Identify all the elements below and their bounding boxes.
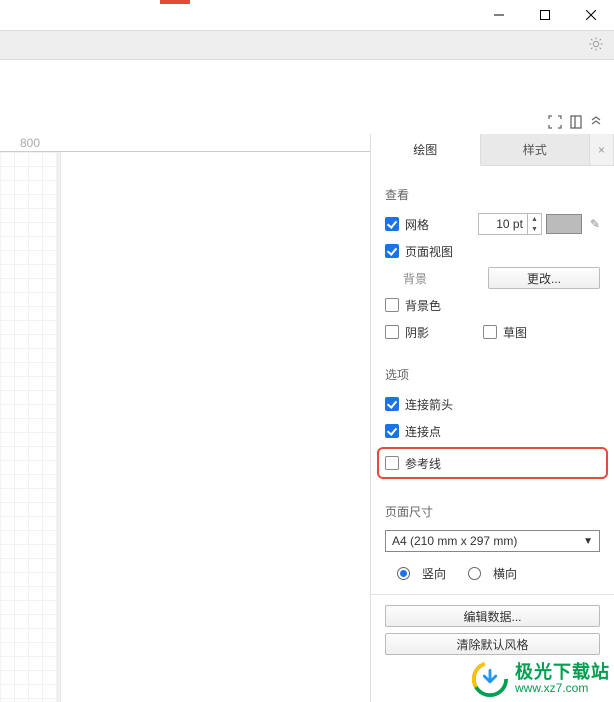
checkbox-pageview[interactable] bbox=[385, 244, 399, 258]
label-pageview: 页面视图 bbox=[405, 243, 453, 260]
top-toolbar bbox=[0, 30, 614, 60]
ruler-tick-label: 800 bbox=[20, 136, 40, 150]
panel-iconbar bbox=[0, 108, 614, 134]
checkbox-grid[interactable] bbox=[385, 217, 399, 231]
label-sketch: 草图 bbox=[503, 324, 527, 341]
section-view-title: 查看 bbox=[385, 186, 600, 203]
grid-color-swatch[interactable] bbox=[546, 214, 582, 234]
active-tab-indicator bbox=[160, 0, 190, 4]
canvas-area: 800 bbox=[0, 134, 370, 702]
grid-size-input[interactable]: 10 pt ▲▼ bbox=[478, 213, 542, 235]
watermark-logo-icon bbox=[471, 660, 509, 698]
horizontal-ruler: 800 bbox=[0, 134, 370, 152]
chevron-down-icon: ▼ bbox=[583, 536, 593, 547]
outline-icon[interactable] bbox=[570, 115, 582, 129]
canvas-page[interactable] bbox=[60, 152, 370, 702]
edit-data-button[interactable]: 编辑数据... bbox=[385, 605, 600, 627]
close-button[interactable] bbox=[568, 0, 614, 30]
watermark-url: www.xz7.com bbox=[515, 682, 610, 695]
format-panel: 绘图 样式 × 查看 网格 10 pt ▲▼ ✎ bbox=[370, 134, 614, 702]
maximize-button[interactable] bbox=[522, 0, 568, 30]
radio-landscape[interactable] bbox=[468, 567, 481, 580]
label-shadow: 阴影 bbox=[405, 324, 429, 341]
checkbox-shadow[interactable] bbox=[385, 325, 399, 339]
theme-icon[interactable] bbox=[588, 36, 604, 55]
label-portrait: 竖向 bbox=[422, 565, 446, 582]
checkbox-connect-points[interactable] bbox=[385, 424, 399, 438]
stepper-up-icon[interactable]: ▲ bbox=[528, 214, 541, 224]
tab-style[interactable]: 样式 bbox=[481, 134, 591, 165]
pencil-icon[interactable]: ✎ bbox=[590, 217, 600, 231]
label-grid: 网格 bbox=[405, 216, 429, 233]
radio-portrait[interactable] bbox=[397, 567, 410, 580]
page-size-select[interactable]: A4 (210 mm x 297 mm) ▼ bbox=[385, 530, 600, 552]
window-titlebar bbox=[0, 0, 614, 30]
panel-tabs: 绘图 样式 × bbox=[371, 134, 614, 166]
highlight-guides-box: 参考线 bbox=[377, 447, 608, 479]
section-options-title: 选项 bbox=[385, 366, 600, 383]
page-size-value: A4 (210 mm x 297 mm) bbox=[392, 534, 517, 548]
minimize-button[interactable] bbox=[476, 0, 522, 30]
label-connect-points: 连接点 bbox=[405, 423, 441, 440]
tab-close[interactable]: × bbox=[590, 134, 614, 165]
collapse-icon[interactable] bbox=[590, 115, 602, 129]
secondary-toolbar bbox=[0, 60, 614, 108]
watermark-title: 极光下载站 bbox=[515, 663, 610, 683]
section-pagesize-title: 页面尺寸 bbox=[385, 503, 600, 520]
label-bgcolor: 背景色 bbox=[405, 297, 441, 314]
checkbox-sketch[interactable] bbox=[483, 325, 497, 339]
label-landscape: 横向 bbox=[493, 565, 517, 582]
label-guides: 参考线 bbox=[405, 455, 441, 472]
checkbox-connect-arrows[interactable] bbox=[385, 397, 399, 411]
clear-style-button[interactable]: 清除默认风格 bbox=[385, 633, 600, 655]
tab-drawing[interactable]: 绘图 bbox=[371, 134, 481, 166]
watermark: 极光下载站 www.xz7.com bbox=[471, 660, 610, 698]
canvas-grid[interactable] bbox=[0, 152, 58, 702]
fullscreen-icon[interactable] bbox=[548, 115, 562, 129]
change-background-button[interactable]: 更改... bbox=[488, 267, 600, 289]
label-background: 背景 bbox=[403, 270, 427, 287]
stepper-down-icon[interactable]: ▼ bbox=[528, 224, 541, 234]
divider bbox=[371, 594, 614, 595]
checkbox-guides[interactable] bbox=[385, 456, 399, 470]
label-connect-arrows: 连接箭头 bbox=[405, 396, 453, 413]
grid-size-value: 10 pt bbox=[479, 217, 527, 231]
checkbox-bgcolor[interactable] bbox=[385, 298, 399, 312]
